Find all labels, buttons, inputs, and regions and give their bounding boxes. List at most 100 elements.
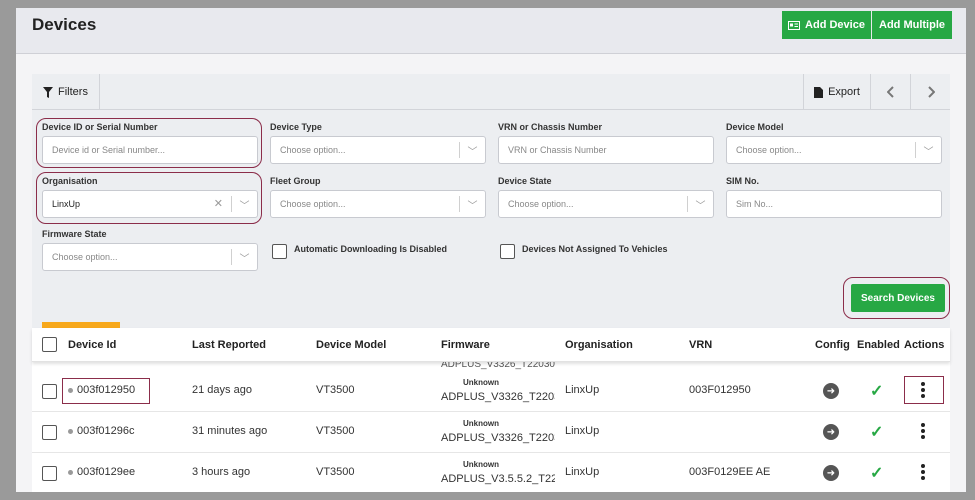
device-state-select[interactable]: Choose option... ﹀ <box>498 190 714 218</box>
firmware-state-badge: Unknown <box>463 378 499 387</box>
col-organisation[interactable]: Organisation <box>565 339 633 351</box>
col-config: Config <box>815 339 850 351</box>
not-assigned-checkbox[interactable] <box>500 244 515 259</box>
fleet-group-select[interactable]: Choose option... ﹀ <box>270 190 486 218</box>
row-checkbox[interactable] <box>42 466 57 481</box>
row-checkbox[interactable] <box>42 384 57 399</box>
firmware-state-placeholder: Choose option... <box>52 252 118 262</box>
next-page-button[interactable] <box>910 74 950 110</box>
page-title: Devices <box>32 15 97 34</box>
device-id-value: 003f01296c <box>77 425 135 437</box>
table-header: Device Id Last Reported Device Model Fir… <box>32 328 950 362</box>
filters-toggle[interactable]: Filters <box>32 74 100 110</box>
device-model-select[interactable]: Choose option... ﹀ <box>726 136 942 164</box>
sim-no-label: SIM No. <box>726 176 759 186</box>
col-vrn[interactable]: VRN <box>689 339 712 351</box>
fleet-group-placeholder: Choose option... <box>280 199 346 209</box>
card-icon <box>788 20 801 30</box>
filter-toolbar: Filters Export <box>32 74 950 110</box>
arrow-circle-icon[interactable]: ➜ <box>823 383 839 399</box>
kebab-icon[interactable] <box>921 423 925 441</box>
kebab-icon[interactable] <box>921 382 925 400</box>
chevron-down-icon: ﹀ <box>459 196 485 212</box>
col-device-id[interactable]: Device Id <box>68 339 116 351</box>
partial-row-firmware: ADPLUS_V3326_T22030 <box>441 362 555 370</box>
col-actions: Actions <box>904 339 945 351</box>
device-id-cell[interactable]: 003f0129ee <box>68 466 135 478</box>
filters-label: Filters <box>58 86 88 98</box>
chevron-right-icon <box>927 86 935 98</box>
add-device-button[interactable]: Add Device <box>782 11 871 39</box>
device-state-placeholder: Choose option... <box>508 199 574 209</box>
status-dot <box>68 469 73 475</box>
kebab-icon[interactable] <box>921 464 925 482</box>
chevron-down-icon: ﹀ <box>687 196 713 212</box>
not-assigned-label: Devices Not Assigned To Vehicles <box>522 244 668 254</box>
device-model-label: Device Model <box>726 122 784 132</box>
add-device-label: Add Device <box>805 19 865 31</box>
check-icon: ✓ <box>870 424 884 441</box>
firmware-cell: ADPLUS_V3326_T22030 <box>441 391 555 403</box>
col-device-model[interactable]: Device Model <box>316 339 386 351</box>
table-row[interactable]: 003f0129ee 3 hours ago VT3500 Unknown AD… <box>32 454 950 492</box>
col-enabled: Enabled <box>857 339 900 351</box>
row-checkbox[interactable] <box>42 425 57 440</box>
arrow-circle-icon[interactable]: ➜ <box>823 465 839 481</box>
device-id-label: Device ID or Serial Number <box>42 122 158 132</box>
check-icon: ✓ <box>870 383 884 400</box>
devices-page: Devices Add Device Add Multiple Filters … <box>16 8 966 492</box>
add-multiple-button[interactable]: Add Multiple <box>872 11 952 39</box>
chevron-left-icon <box>886 86 894 98</box>
arrow-circle-icon[interactable]: ➜ <box>823 424 839 440</box>
col-last-reported[interactable]: Last Reported <box>192 339 266 351</box>
devices-card: Filters Export Device ID or Serial Numbe… <box>32 74 950 492</box>
firmware-state-badge: Unknown <box>463 460 499 469</box>
device-id-value: 003f012950 <box>77 384 136 396</box>
export-label: Export <box>828 86 860 98</box>
sim-no-input[interactable]: Sim No... <box>726 190 942 218</box>
col-firmware[interactable]: Firmware <box>441 339 490 351</box>
organisation-value: LinxUp <box>52 199 81 209</box>
model-cell: VT3500 <box>316 466 355 478</box>
clear-icon[interactable]: ✕ <box>214 197 223 210</box>
prev-page-button[interactable] <box>870 74 910 110</box>
organisation-cell: LinxUp <box>565 466 600 478</box>
auto-download-label: Automatic Downloading Is Disabled <box>294 244 448 254</box>
firmware-cell: ADPLUS_V3326_T22030 <box>441 432 555 444</box>
vrn-label: VRN or Chassis Number <box>498 122 603 132</box>
chevron-down-icon: ﹀ <box>231 249 257 265</box>
last-reported-cell: 21 days ago <box>192 384 252 396</box>
model-cell: VT3500 <box>316 384 355 396</box>
device-type-label: Device Type <box>270 122 322 132</box>
page-header: Devices Add Device Add Multiple <box>16 8 966 54</box>
device-type-select[interactable]: Choose option... ﹀ <box>270 136 486 164</box>
status-dot <box>68 428 73 434</box>
model-cell: VT3500 <box>316 425 355 437</box>
device-id-cell[interactable]: 003f01296c <box>68 425 135 437</box>
chevron-down-icon: ﹀ <box>915 142 941 158</box>
vrn-cell: 003F012950 <box>689 384 751 396</box>
table-row[interactable]: 003f01296c 31 minutes ago VT3500 Unknown… <box>32 413 950 453</box>
filter-panel: Device ID or Serial Number Device id or … <box>32 110 950 328</box>
table-row[interactable]: 003f012950 21 days ago VT3500 Unknown AD… <box>32 372 950 412</box>
last-reported-cell: 3 hours ago <box>192 466 251 478</box>
vrn-cell: 003F0129EE AE <box>689 466 771 478</box>
select-all-checkbox[interactable] <box>42 337 57 352</box>
chevron-down-icon: ﹀ <box>459 142 485 158</box>
device-id-cell[interactable]: 003f012950 <box>68 384 135 396</box>
device-state-label: Device State <box>498 176 552 186</box>
organisation-select[interactable]: LinxUp ✕ ﹀ <box>42 190 258 218</box>
device-type-placeholder: Choose option... <box>280 145 346 155</box>
auto-download-checkbox[interactable] <box>272 244 287 259</box>
chevron-down-icon: ﹀ <box>231 196 257 212</box>
firmware-state-select[interactable]: Choose option... ﹀ <box>42 243 258 271</box>
export-button[interactable]: Export <box>803 74 870 110</box>
check-icon: ✓ <box>870 465 884 482</box>
document-icon <box>814 86 824 98</box>
status-dot <box>68 387 73 393</box>
vrn-input[interactable]: VRN or Chassis Number <box>498 136 714 164</box>
highlight-search <box>843 277 950 319</box>
organisation-label: Organisation <box>42 176 98 186</box>
device-model-placeholder: Choose option... <box>736 145 802 155</box>
device-id-input[interactable]: Device id or Serial number... <box>42 136 258 164</box>
